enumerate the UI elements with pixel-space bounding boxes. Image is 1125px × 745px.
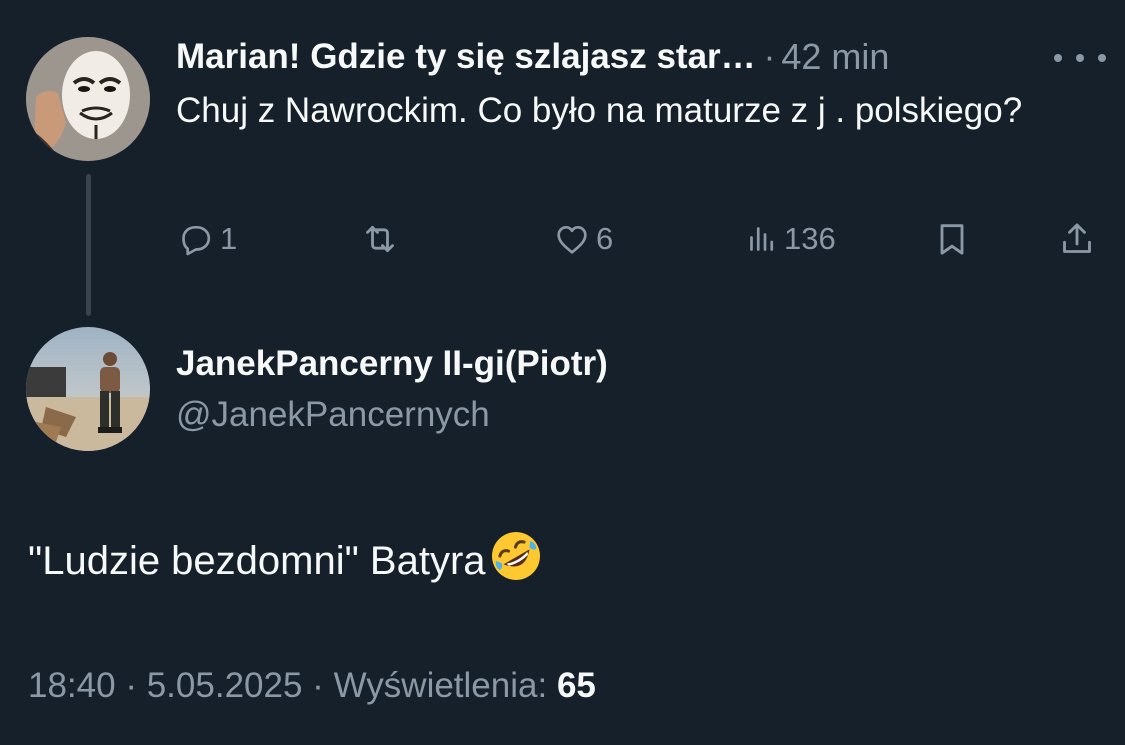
speech-bubble-icon [182,226,211,256]
tweet-date[interactable]: 5.05.2025 [147,666,303,705]
reply-timestamp[interactable]: 42 min [781,36,889,78]
tweet-author-handle[interactable]: @JanekPancernych [176,395,490,435]
tweet-author-name[interactable]: JanekPancerny II-gi(Piotr) [176,344,608,384]
header-separator: · [763,37,776,76]
thread-connector-line [86,174,91,316]
views-count: 65 [556,666,596,705]
tweet-time[interactable]: 18:40 [28,666,116,705]
share-button[interactable] [1057,216,1097,262]
meta-dot: · [125,666,137,705]
bar-chart-icon [750,227,774,251]
reply-action-bar: 1 6 136 [176,216,1096,262]
views-label: Wyświetlenia: [333,666,548,705]
like-count: 6 [596,221,614,256]
reply-header: Marian! Gdzie ty się szlajasz star… · 42… [176,34,1106,80]
more-options-icon[interactable] [1054,46,1106,70]
reply-author-avatar[interactable] [26,37,150,161]
reply-button[interactable]: 1 [176,216,237,262]
tweet-text: "Ludzie bezdomni" Batyra [28,528,544,594]
like-button[interactable]: 6 [552,216,613,262]
reply-count: 1 [220,221,238,256]
rofl-emoji-icon [488,528,544,594]
bookmark-button[interactable] [932,216,972,262]
share-icon [1063,223,1091,253]
tweet-detail-view: Marian! Gdzie ty się szlajasz star… · 42… [0,0,1125,745]
reply-author-name[interactable]: Marian! Gdzie ty się szlajasz star… [176,37,756,77]
tweet-meta: 18:40 · 5.05.2025 · Wyświetlenia: 65 [28,666,596,706]
bookmark-icon [940,224,964,255]
reply-text: Chuj z Nawrockim. Co było na maturze z j… [176,91,1023,130]
views-button[interactable]: 136 [744,216,836,262]
heart-icon [557,226,587,254]
tweet-author-avatar[interactable] [26,327,150,451]
repost-icon [366,225,394,253]
repost-button[interactable] [359,216,401,262]
meta-dot: · [312,666,324,705]
tweet-text-content: "Ludzie bezdomni" Batyra [28,538,486,583]
view-count: 136 [784,221,836,256]
